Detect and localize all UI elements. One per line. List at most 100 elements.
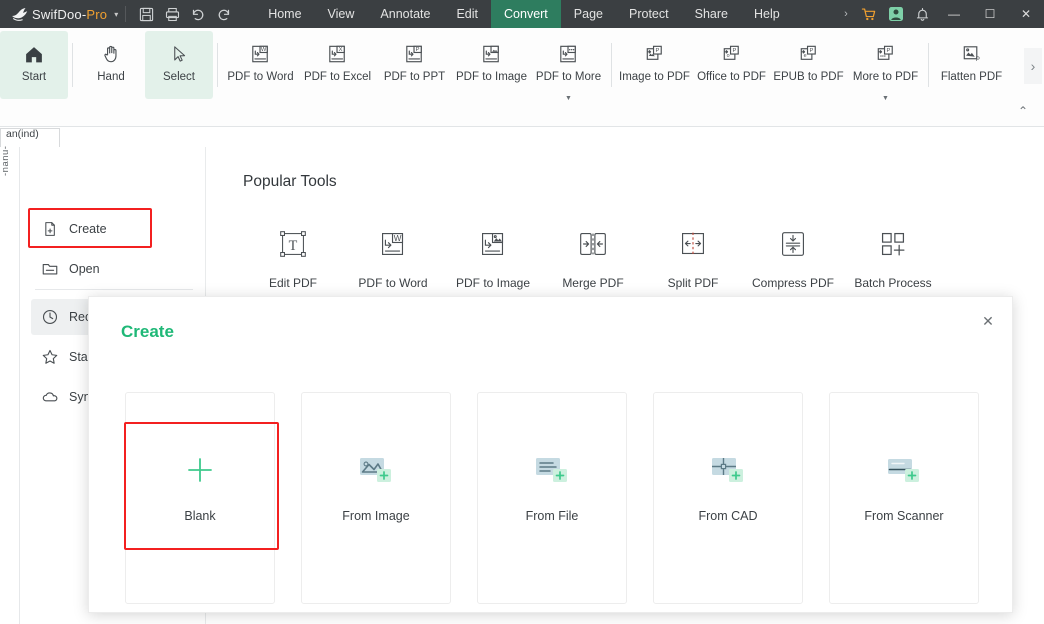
new-document-icon (31, 220, 69, 238)
image-to-pdf-icon: P (642, 39, 667, 69)
ribbon-button-pdf-to-ppt[interactable]: P PDF to PPT (376, 31, 453, 99)
notification-bell-icon[interactable] (909, 0, 936, 28)
ribbon-label-start: Start (21, 71, 47, 83)
tool-label-batch-process: Batch Process (854, 276, 932, 290)
ribbon-label-epub-to-pdf: EPUB to PDF (773, 71, 844, 83)
menu-home[interactable]: Home (255, 0, 314, 28)
save-icon[interactable] (133, 3, 159, 25)
menu-overflow-chevron-icon[interactable]: › (837, 8, 855, 20)
create-option-from-scanner[interactable]: From Scanner (829, 392, 979, 604)
sidebar-label-open: Open (69, 262, 100, 276)
pdf-to-more-icon (556, 39, 581, 69)
ribbon-label-office-to-pdf: Office to PDF (697, 71, 766, 83)
ribbon-label-pdf-to-excel: PDF to Excel (303, 71, 372, 83)
svg-text:e: e (804, 53, 807, 59)
ribbon-button-pdf-to-image[interactable]: PDF to Image (453, 31, 530, 99)
ribbon-button-office-to-pdf[interactable]: Po Office to PDF (693, 31, 770, 99)
create-option-blank[interactable]: Blank (125, 392, 275, 604)
tool-edit-pdf[interactable]: T Edit PDF (243, 222, 343, 290)
undo-icon[interactable] (185, 3, 211, 25)
ribbon-button-hand[interactable]: Hand (77, 31, 145, 99)
ribbon-label-flatten-pdf: Flatten PDF (940, 71, 1003, 83)
ribbon-button-pdf-to-more[interactable]: PDF to More ▼ (530, 31, 607, 102)
more-to-pdf-dropdown-caret-icon[interactable]: ▼ (882, 95, 889, 102)
menu-annotate[interactable]: Annotate (367, 0, 443, 28)
tool-pdf-to-word[interactable]: W PDF to Word (343, 222, 443, 290)
home-icon (23, 39, 45, 69)
maximize-button[interactable]: ☐ (972, 0, 1008, 28)
user-account-icon[interactable] (882, 0, 909, 28)
menu-share[interactable]: Share (682, 0, 741, 28)
ribbon-label-select: Select (163, 71, 195, 83)
tool-label-compress-pdf: Compress PDF (751, 276, 834, 290)
tool-pdf-to-image[interactable]: PDF to Image (443, 222, 543, 290)
left-rail-strip (0, 128, 20, 624)
ribbon-label-pdf-to-more: PDF to More (535, 71, 602, 83)
ribbon-button-pdf-to-word[interactable]: W PDF to Word (222, 31, 299, 99)
ribbon-label-hand: Hand (97, 71, 125, 83)
from-cad-icon (709, 455, 747, 495)
more-to-pdf-icon: P (873, 39, 898, 69)
create-label-from-cad: From CAD (698, 509, 758, 523)
from-image-icon (357, 455, 395, 495)
svg-text:P: P (732, 48, 736, 54)
print-icon[interactable] (159, 3, 185, 25)
popular-tools-row: T Edit PDF W PDF to Word PDF to Image Me… (243, 222, 943, 290)
sidebar-item-create[interactable]: Create (31, 211, 196, 247)
create-option-from-file[interactable]: From File (477, 392, 627, 604)
tool-label-edit-pdf: Edit PDF (268, 276, 317, 290)
ribbon-button-flatten-pdf[interactable]: P Flatten PDF (933, 31, 1010, 99)
tool-merge-pdf[interactable]: Merge PDF (543, 222, 643, 290)
convert-ribbon-toolbar: Start Hand Select W PDF to Word X PDF to… (0, 28, 1044, 103)
tool-batch-process[interactable]: Batch Process (843, 222, 943, 290)
pdf-to-excel-icon: X (325, 39, 350, 69)
brand-name: SwifDoo (32, 6, 82, 22)
brand-dropdown-caret-icon[interactable]: ▾ (114, 10, 118, 19)
ribbon-button-more-to-pdf[interactable]: P More to PDF ▼ (847, 31, 924, 102)
ribbon-button-select[interactable]: Select (145, 31, 213, 99)
ribbon-button-start[interactable]: Start (0, 31, 68, 99)
ribbon-button-pdf-to-excel[interactable]: X PDF to Excel (299, 31, 376, 99)
close-icon[interactable]: ✕ (976, 309, 1000, 333)
tool-compress-pdf[interactable]: Compress PDF (743, 222, 843, 290)
create-label-blank: Blank (184, 509, 216, 523)
redo-icon[interactable] (211, 3, 237, 25)
tool-split-pdf[interactable]: Split PDF (643, 222, 743, 290)
sidebar-item-open[interactable]: Open (31, 251, 196, 287)
close-window-button[interactable]: ✕ (1008, 0, 1044, 28)
pdf-to-more-dropdown-caret-icon[interactable]: ▼ (565, 95, 572, 102)
office-to-pdf-icon: Po (719, 39, 744, 69)
minimize-button[interactable]: — (936, 0, 972, 28)
create-dialog-title: Create (121, 322, 174, 341)
menu-bar: Home View Annotate Edit Convert Page Pro… (255, 0, 792, 28)
ribbon-overflow-arrow-icon[interactable]: › (1024, 48, 1042, 84)
tool-label-pdf-to-image: PDF to Image (455, 276, 531, 290)
flatten-pdf-icon: P (959, 39, 984, 69)
create-option-from-image[interactable]: From Image (301, 392, 451, 604)
shopping-cart-icon[interactable] (855, 0, 882, 28)
ribbon-label-pdf-to-image: PDF to Image (456, 71, 527, 83)
tool-label-merge-pdf: Merge PDF (562, 276, 624, 290)
swifdoo-bird-logo-icon (8, 7, 30, 22)
create-label-from-file: From File (525, 509, 579, 523)
ribbon-label-pdf-to-word: PDF to Word (227, 71, 294, 83)
svg-text:o: o (727, 53, 730, 59)
create-option-from-cad[interactable]: From CAD (653, 392, 803, 604)
menu-page[interactable]: Page (561, 0, 616, 28)
svg-text:P: P (416, 47, 420, 53)
pdf-to-word-icon: W (375, 222, 411, 266)
swifdoo-pro-window: SwifDoo-Pro ▾ Home View Annotate Edit Co… (0, 0, 1044, 624)
ribbon-collapse-chevron-icon[interactable]: ⌃ (1018, 104, 1028, 118)
menu-protect[interactable]: Protect (616, 0, 682, 28)
svg-text:P: P (976, 56, 980, 63)
menu-help[interactable]: Help (741, 0, 793, 28)
hand-icon (101, 39, 122, 69)
tool-label-split-pdf: Split PDF (667, 276, 719, 290)
menu-edit[interactable]: Edit (443, 0, 491, 28)
ribbon-button-image-to-pdf[interactable]: P Image to PDF (616, 31, 693, 99)
from-file-icon (533, 455, 571, 495)
menu-convert[interactable]: Convert (491, 0, 561, 28)
ribbon-button-epub-to-pdf[interactable]: Pe EPUB to PDF (770, 31, 847, 99)
menu-view[interactable]: View (315, 0, 368, 28)
create-dialog: Create ✕ Blank From Image From File From… (88, 296, 1013, 613)
